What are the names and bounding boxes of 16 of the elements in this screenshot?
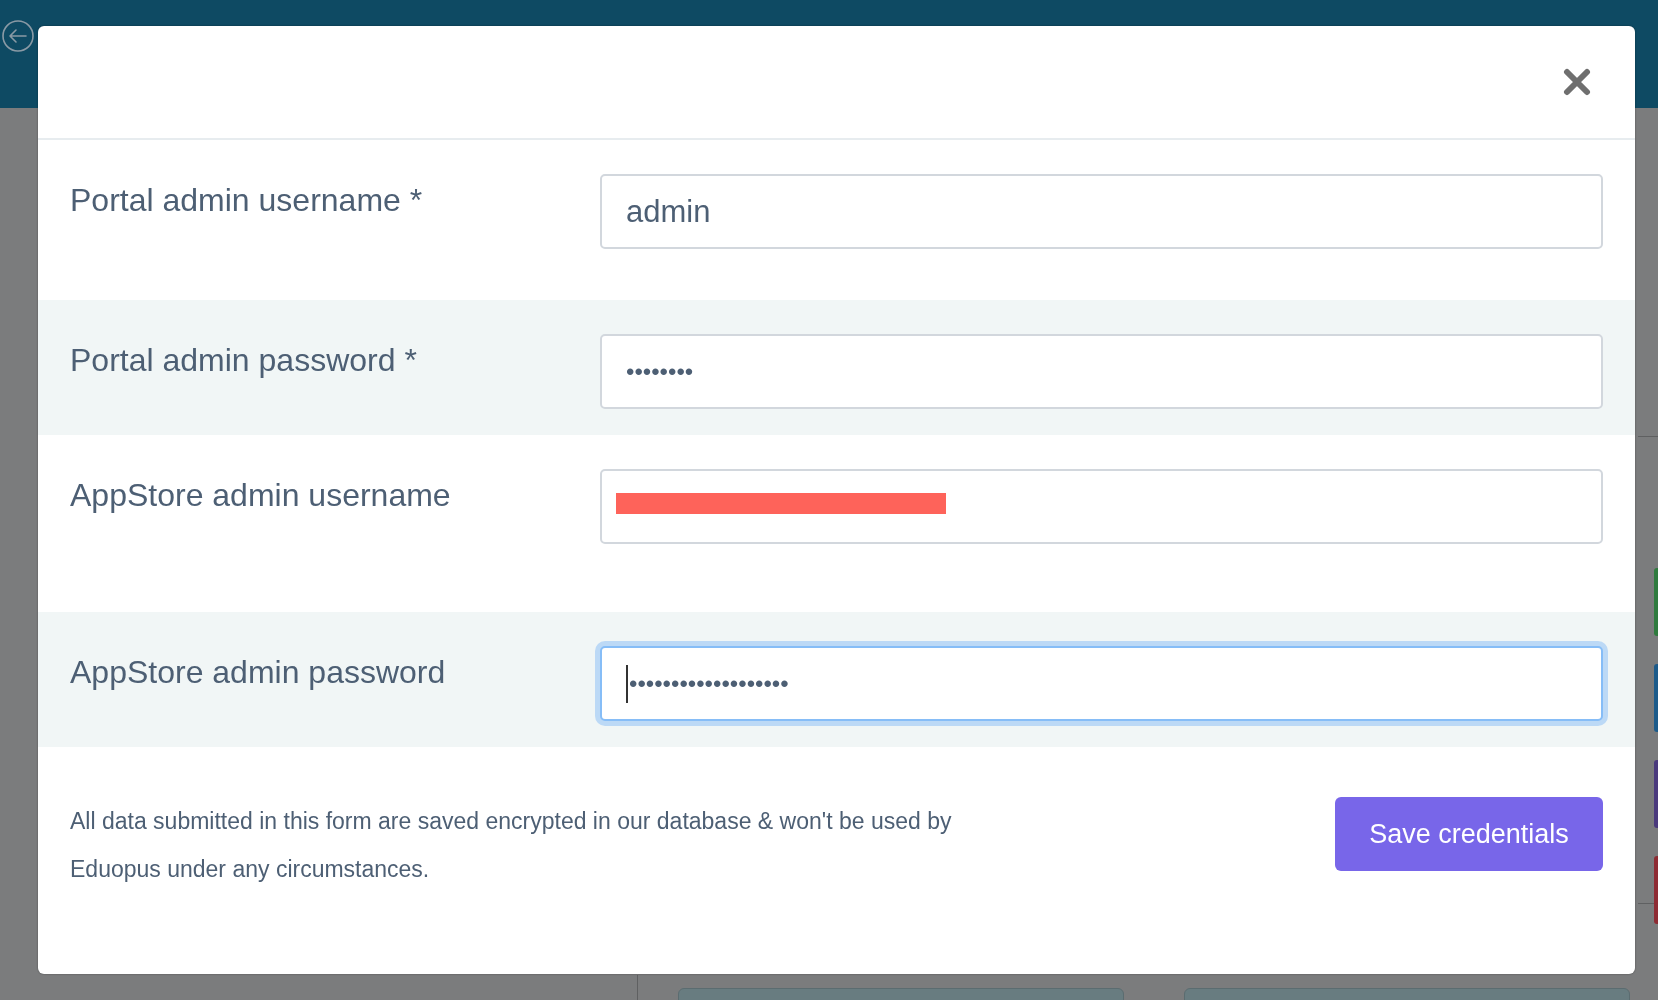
privacy-note: All data submitted in this form are saved encrypted in our database & won't be used by Eduopus under any circumstances. — [70, 807, 953, 884]
field-label: AppStore admin username — [70, 476, 452, 513]
password-field[interactable]: •••••••• — [600, 334, 1603, 409]
field-label: Portal admin password * — [70, 341, 418, 378]
close-button[interactable] — [1563, 68, 1591, 96]
input-field[interactable] — [600, 469, 1603, 544]
accent-bar — [1654, 856, 1658, 924]
back-icon[interactable] — [1, 19, 35, 53]
field-label: Portal admin username * — [70, 181, 424, 218]
input-field[interactable]: admin — [600, 174, 1603, 249]
save-button[interactable]: Save credentials — [1335, 797, 1603, 871]
accent-bar — [1654, 664, 1658, 732]
field-label: AppStore admin password — [70, 653, 447, 690]
accent-bar — [1654, 568, 1658, 636]
accent-bar — [1654, 760, 1658, 828]
close-icon — [1563, 68, 1591, 96]
